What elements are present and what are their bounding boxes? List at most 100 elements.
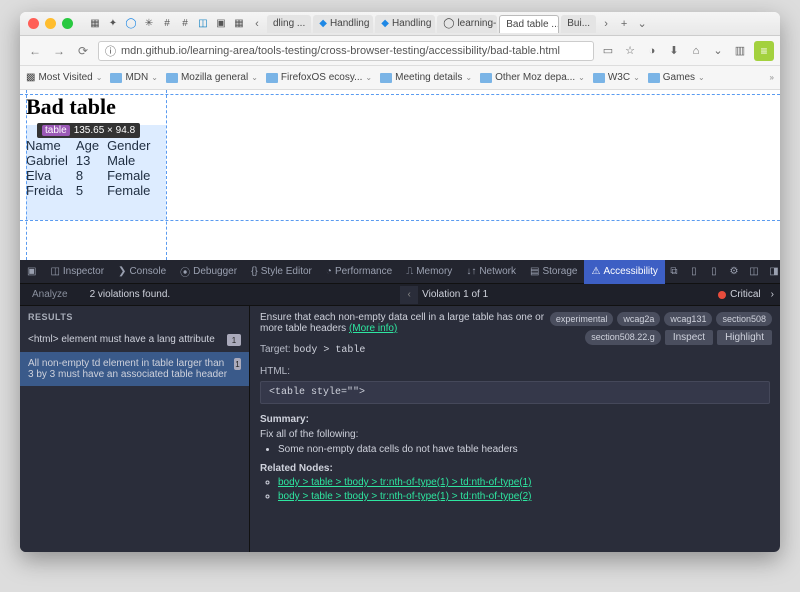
pocket-icon[interactable]: ⌄: [710, 43, 726, 59]
device-icon[interactable]: ▯: [705, 263, 723, 281]
tab-favicon: #: [177, 16, 193, 32]
related-node-link[interactable]: body > table > tbody > tr:nth-of-type(1)…: [278, 477, 531, 488]
account-icon[interactable]: ◑: [644, 43, 660, 59]
more-info-link[interactable]: (More info): [349, 323, 397, 334]
dock-icon[interactable]: ◫: [745, 263, 763, 281]
nav-back-button[interactable]: ←: [26, 42, 44, 60]
devtools-tabs: ▣ ◫Inspector ❯Console ⦿Debugger {}Style …: [20, 260, 780, 284]
result-detail: experimental wcag2a wcag131 section508 s…: [250, 306, 780, 552]
count-badge: 1: [234, 358, 241, 370]
browser-tab[interactable]: ◆Handling ...: [375, 15, 435, 33]
devtools-tab-memory[interactable]: ⎍Memory: [399, 260, 459, 284]
info-icon[interactable]: ⓘ: [105, 43, 116, 59]
maximize-window-button[interactable]: [62, 18, 73, 29]
responsive-mode-icon[interactable]: ⧉: [665, 263, 683, 281]
reader-icon[interactable]: ▭: [600, 43, 616, 59]
library-icon[interactable]: ▥: [732, 43, 748, 59]
browser-tab[interactable]: dling ...: [267, 15, 311, 33]
tab-favicon: ◫: [195, 16, 211, 32]
bookmark-item[interactable]: ▩ Most Visited⌄: [26, 72, 102, 83]
page-title: Bad table: [26, 94, 774, 120]
page-content: Bad table table 135.65 × 94.8 NameAgeGen…: [20, 90, 780, 260]
browser-tab-active[interactable]: Bad table ...×: [499, 15, 559, 33]
iframe-picker-button[interactable]: ▣: [20, 260, 43, 284]
devtools-tab-style-editor[interactable]: {}Style Editor: [244, 260, 319, 284]
tab-favicon: ✦: [105, 16, 121, 32]
nav-forward-button[interactable]: →: [50, 42, 68, 60]
analyze-button[interactable]: Analyze: [20, 289, 80, 300]
minimize-window-button[interactable]: [45, 18, 56, 29]
close-window-button[interactable]: [28, 18, 39, 29]
violations-count: 2 violations found.: [80, 289, 181, 300]
bookmark-item[interactable]: W3C⌄: [593, 72, 640, 83]
dock-side-icon[interactable]: ◨: [765, 263, 780, 281]
devtools-tab-inspector[interactable]: ◫Inspector: [43, 260, 111, 284]
browser-window: ▦ ✦ ◯ ✳ # # ◫ ▣ ▦ ‹ dling ... ◆Handling …: [20, 12, 780, 552]
devtools-panel: ▣ ◫Inspector ❯Console ⦿Debugger {}Style …: [20, 260, 780, 552]
tag-pill: wcag2a: [617, 312, 660, 326]
url-text: mdn.github.io/learning-area/tools-testin…: [121, 45, 560, 57]
bookmark-item[interactable]: Meeting details⌄: [380, 72, 472, 83]
new-tab-button[interactable]: +: [616, 16, 632, 32]
tab-favicon: ✳: [141, 16, 157, 32]
inspector-highlight-overlay: [26, 125, 166, 220]
count-badge: 1: [227, 334, 241, 346]
bookmarks-overflow-button[interactable]: »: [770, 73, 774, 82]
devtools-tab-accessibility[interactable]: ⚠Accessibility: [584, 260, 664, 284]
summary-label: Summary:: [260, 414, 770, 425]
tab-back-button[interactable]: ‹: [249, 16, 265, 32]
browser-tab[interactable]: ◆Handling ...: [313, 15, 373, 33]
bookmark-item[interactable]: FirefoxOS ecosy...⌄: [266, 72, 372, 83]
related-nodes-label: Related Nodes:: [260, 463, 770, 474]
inspect-button[interactable]: Inspect: [665, 330, 713, 345]
titlebar: ▦ ✦ ◯ ✳ # # ◫ ▣ ▦ ‹ dling ... ◆Handling …: [20, 12, 780, 36]
inspector-tooltip: table 135.65 × 94.8: [37, 123, 140, 138]
highlight-button[interactable]: Highlight: [717, 330, 772, 345]
device-icon[interactable]: ▯: [685, 263, 703, 281]
browser-tab[interactable]: ◯learning-...: [437, 15, 497, 33]
traffic-lights: [28, 18, 73, 29]
target-label: Target:: [260, 344, 291, 355]
critical-dot-icon: [718, 291, 726, 299]
devtools-tab-storage[interactable]: ▤Storage: [523, 260, 584, 284]
tag-pill: section508: [716, 312, 772, 326]
tab-forward-button[interactable]: ›: [598, 16, 614, 32]
home-icon[interactable]: ⌂: [688, 43, 704, 59]
results-sidebar: RESULTS <html> element must have a lang …: [20, 306, 250, 552]
star-icon[interactable]: ☆: [622, 43, 638, 59]
url-bar-row: ← → ⟳ ⓘ mdn.github.io/learning-area/tool…: [20, 36, 780, 66]
devtools-tab-performance[interactable]: ◔Performance: [319, 260, 399, 284]
bookmarks-toolbar: ▩ Most Visited⌄ MDN⌄ Mozilla general⌄ Fi…: [20, 66, 780, 90]
download-icon[interactable]: ⬇: [666, 43, 682, 59]
result-item-selected[interactable]: All non-empty td element in table larger…: [20, 352, 249, 386]
tab-strip: ▦ ✦ ◯ ✳ # # ◫ ▣ ▦ ‹ dling ... ◆Handling …: [87, 15, 772, 33]
tab-favicon: ▦: [231, 16, 247, 32]
settings-icon[interactable]: ⚙: [725, 263, 743, 281]
menu-button[interactable]: ≡: [754, 41, 774, 61]
devtools-tab-console[interactable]: ❯Console: [111, 260, 173, 284]
tab-favicon: ▦: [87, 16, 103, 32]
bookmark-item[interactable]: Games⌄: [648, 72, 705, 83]
fix-intro: Fix all of the following:: [260, 429, 770, 440]
violation-position: Violation 1 of 1: [422, 289, 488, 300]
tag-pill: experimental: [550, 312, 614, 326]
bookmark-item[interactable]: MDN⌄: [110, 72, 157, 83]
fix-item: Some non-empty data cells do not have ta…: [278, 444, 770, 455]
bookmark-item[interactable]: Other Moz depa...⌄: [480, 72, 585, 83]
url-input[interactable]: ⓘ mdn.github.io/learning-area/tools-test…: [98, 41, 594, 61]
bookmark-item[interactable]: Mozilla general⌄: [166, 72, 258, 83]
tab-list-button[interactable]: ⌄: [634, 16, 650, 32]
reload-button[interactable]: ⟳: [74, 42, 92, 60]
html-snippet: <table style="">: [260, 381, 770, 404]
related-node-link[interactable]: body > table > tbody > tr:nth-of-type(1)…: [278, 491, 531, 502]
prev-violation-button[interactable]: ‹: [400, 286, 418, 304]
tag-pill: wcag131: [664, 312, 712, 326]
browser-tab[interactable]: Bui...: [561, 15, 596, 33]
next-violation-button[interactable]: ›: [771, 289, 774, 300]
tab-favicon: ▣: [213, 16, 229, 32]
severity-indicator: Critical: [708, 289, 771, 300]
result-item[interactable]: <html> element must have a lang attribut…: [20, 328, 249, 352]
devtools-tab-debugger[interactable]: ⦿Debugger: [173, 260, 244, 284]
devtools-tab-network[interactable]: ↓↑Network: [459, 260, 523, 284]
tag-group: experimental wcag2a wcag131 section508 s…: [542, 312, 772, 345]
